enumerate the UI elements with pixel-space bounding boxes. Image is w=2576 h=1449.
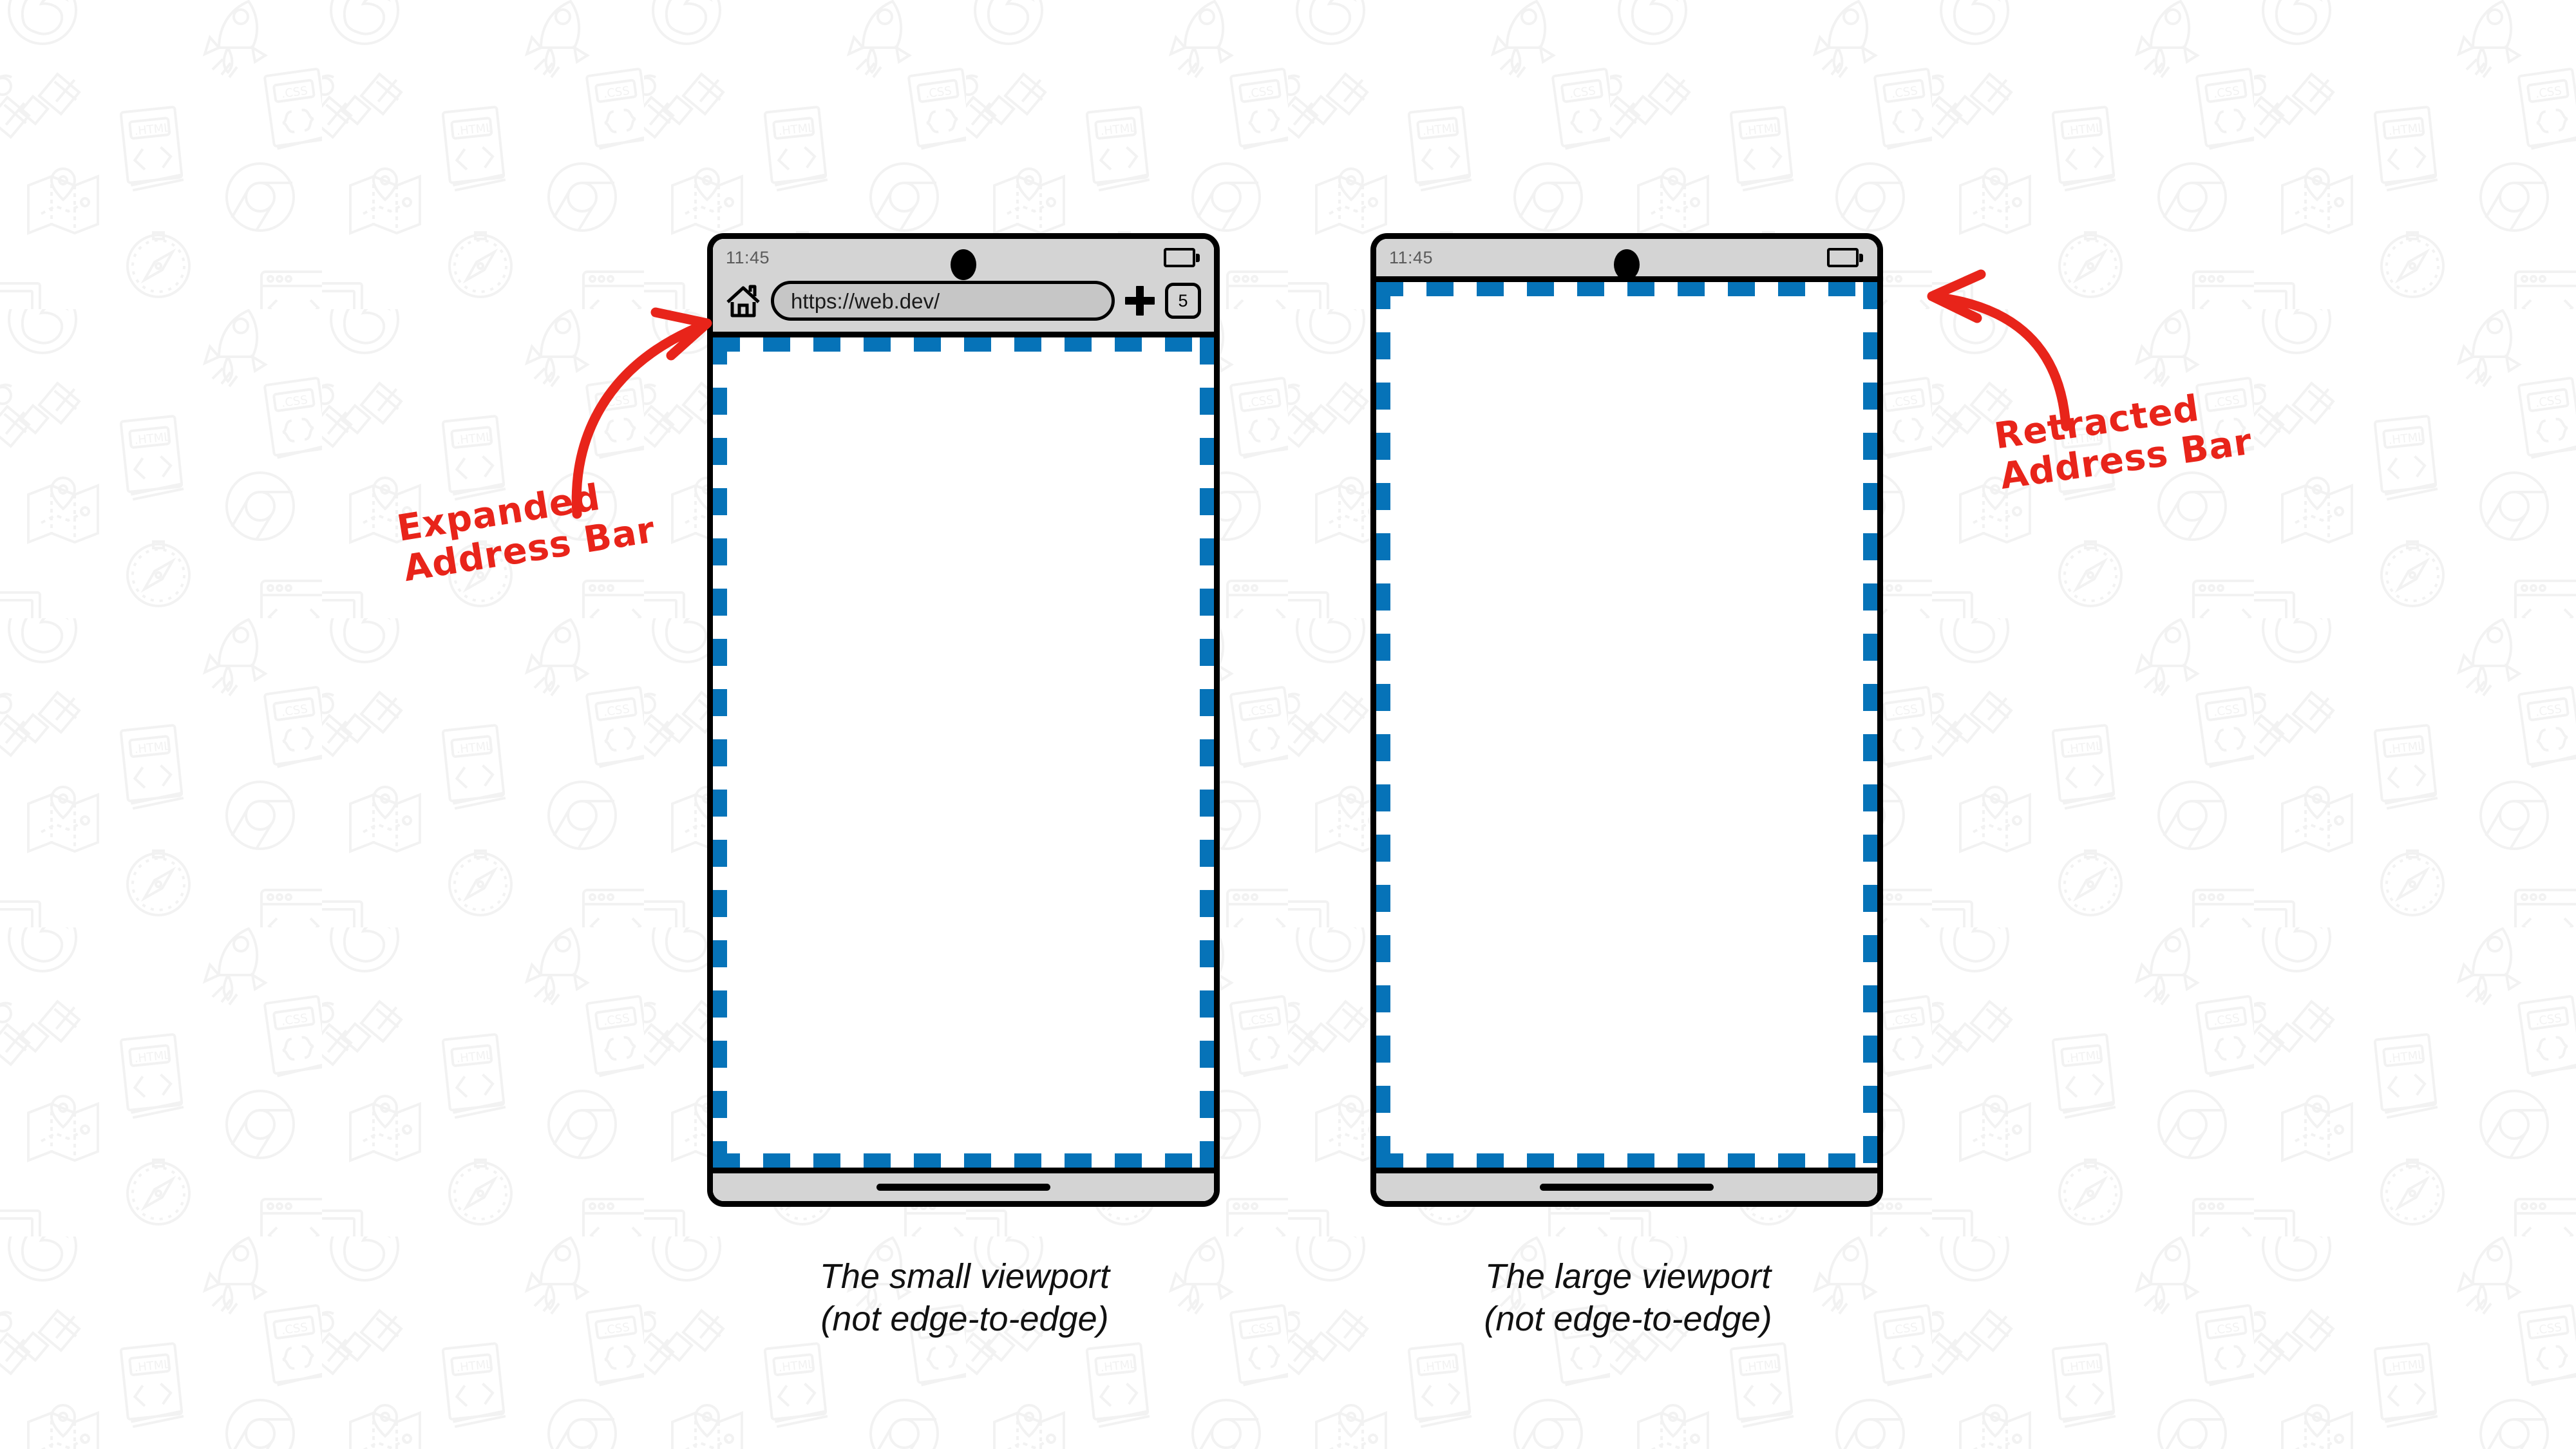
battery-full-icon: [1164, 248, 1200, 267]
home-indicator-pill[interactable]: [876, 1184, 1050, 1191]
tab-count-button[interactable]: 5: [1165, 283, 1201, 319]
caption-large-viewport: The large viewport (not edge-to-edge): [1484, 1257, 1772, 1338]
diagram-canvas: .HTML .CSS 11:45 https://web.dev/ 5 11:4…: [0, 0, 2576, 1449]
punch-hole-camera-icon: [1614, 249, 1640, 280]
system-navigation-bar: [713, 1168, 1214, 1201]
address-bar-row: https://web.dev/ 5: [713, 276, 1214, 332]
home-icon[interactable]: [726, 284, 761, 317]
annotation-retracted-address-bar: Retracted Address Bar: [1991, 387, 2255, 498]
small-viewport-region: [713, 337, 1214, 1168]
plus-icon[interactable]: [1125, 286, 1155, 316]
system-navigation-bar: [1376, 1168, 1877, 1201]
viewport-dashed-outline: [713, 337, 1214, 1168]
phone-screen: 11:45: [1376, 239, 1877, 1201]
status-time: 11:45: [726, 247, 770, 267]
browser-chrome-retracted: 11:45: [1376, 239, 1877, 282]
caption-small-viewport: The small viewport (not edge-to-edge): [819, 1257, 1110, 1338]
home-indicator-pill[interactable]: [1540, 1184, 1714, 1191]
annotation-expanded-address-bar: Expanded Address Bar: [394, 476, 658, 590]
large-viewport-region: [1376, 282, 1877, 1168]
battery-full-icon: [1827, 248, 1863, 267]
watermark-background: .HTML .CSS: [0, 0, 2576, 1449]
url-text: https://web.dev/: [791, 289, 940, 313]
viewport-dashed-outline: [1376, 282, 1877, 1168]
tab-count-label: 5: [1178, 290, 1188, 310]
url-input[interactable]: https://web.dev/: [771, 281, 1115, 321]
status-bar: 11:45: [1376, 239, 1877, 280]
phone-large-viewport: 11:45: [1370, 233, 1883, 1207]
phone-small-viewport: 11:45 https://web.dev/ 5: [707, 233, 1220, 1207]
status-bar: 11:45: [713, 239, 1214, 280]
browser-chrome-expanded: 11:45 https://web.dev/ 5: [713, 239, 1214, 337]
phone-screen: 11:45 https://web.dev/ 5: [713, 239, 1214, 1201]
status-time: 11:45: [1389, 247, 1434, 267]
punch-hole-camera-icon: [951, 249, 976, 280]
